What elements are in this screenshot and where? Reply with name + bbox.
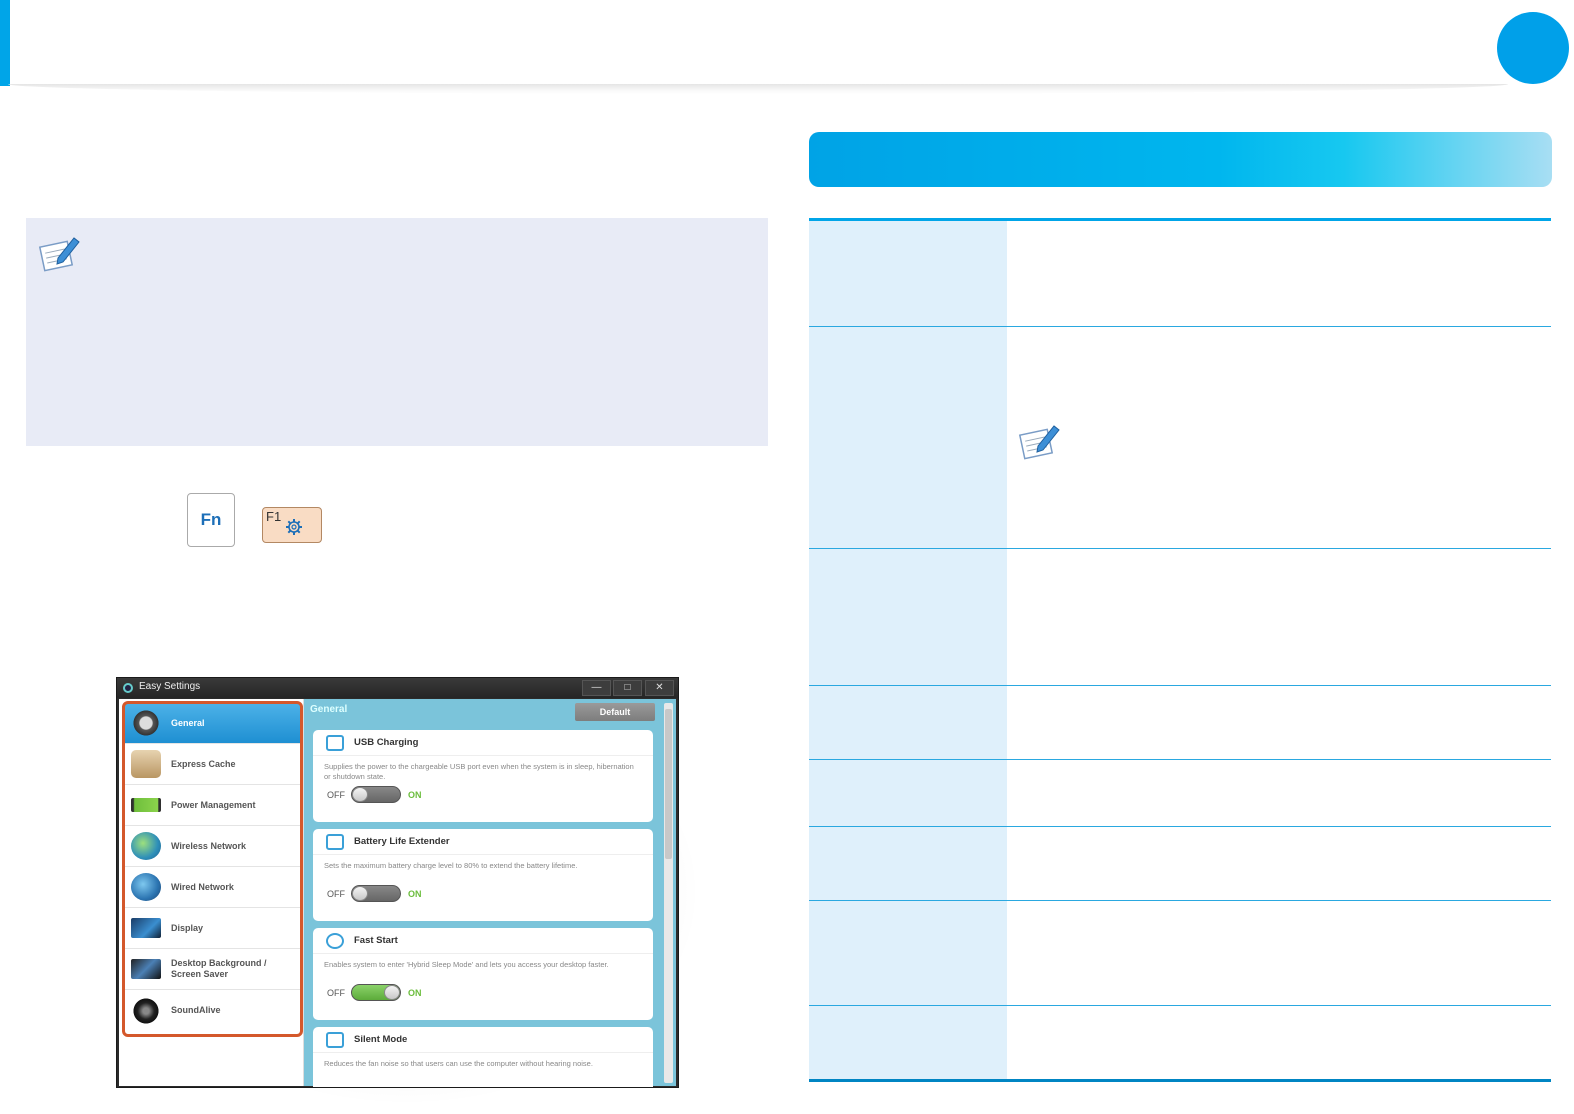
default-button[interactable]: Default xyxy=(575,703,655,721)
note-pencil-icon xyxy=(38,237,80,272)
chapter-badge xyxy=(1497,12,1569,84)
settings-sidebar: General Express Cache Power Management W… xyxy=(119,699,304,1086)
card-title: Fast Start xyxy=(354,935,398,946)
fn-key: Fn xyxy=(187,493,235,547)
table-row xyxy=(809,901,1551,1006)
toggle-on-label: ON xyxy=(408,987,422,998)
usb-icon xyxy=(326,734,344,751)
table-bottom-rule xyxy=(809,1079,1551,1082)
minimize-button[interactable]: — xyxy=(582,680,611,696)
toggle-on-label: ON xyxy=(408,789,422,800)
toggle-off-label: OFF xyxy=(327,888,345,899)
panel-heading: General xyxy=(310,704,348,715)
row-label-cell xyxy=(809,549,1007,685)
row-label-cell xyxy=(809,827,1007,900)
row-label-cell xyxy=(809,760,1007,826)
toggle-off-label: OFF xyxy=(327,789,345,800)
toggle-off-label: OFF xyxy=(327,987,345,998)
card-description: Enables system to enter 'Hybrid Sleep Mo… xyxy=(324,960,609,969)
row-label-cell xyxy=(809,1006,1007,1079)
card-title: USB Charging xyxy=(354,737,419,748)
table-row xyxy=(809,221,1551,327)
row-label-cell xyxy=(809,686,1007,759)
toggle-on-label: ON xyxy=(408,888,422,899)
app-icon xyxy=(123,683,133,693)
fast-start-icon xyxy=(326,932,344,949)
maximize-button[interactable]: □ xyxy=(613,680,642,696)
row-label-cell xyxy=(809,221,1007,326)
card-description: Reduces the fan noise so that users can … xyxy=(324,1059,593,1068)
battery-life-extender-toggle[interactable]: OFF ON xyxy=(327,885,653,902)
table-row xyxy=(809,549,1551,686)
table-row xyxy=(809,827,1551,901)
table-row xyxy=(809,686,1551,760)
table-row xyxy=(809,760,1551,827)
page-header xyxy=(0,0,1574,96)
setting-card-fast-start: Fast Start Enables system to enter 'Hybr… xyxy=(313,928,653,1020)
header-accent-bar xyxy=(0,0,10,86)
settings-main-panel: General Default USB Charging Supplies th… xyxy=(304,699,676,1087)
setting-card-battery-life-extender: Battery Life Extender Sets the maximum b… xyxy=(313,829,653,921)
table-row xyxy=(809,1006,1551,1079)
window-title: Easy Settings xyxy=(139,681,201,692)
close-button[interactable]: ✕ xyxy=(645,680,674,696)
fast-start-toggle[interactable]: OFF ON xyxy=(327,984,653,1001)
toggle-switch[interactable] xyxy=(351,984,401,1001)
setting-card-usb-charging: USB Charging Supplies the power to the c… xyxy=(313,730,653,822)
card-description: Supplies the power to the chargeable USB… xyxy=(324,762,634,781)
fan-icon xyxy=(326,1031,344,1048)
header-divider xyxy=(8,84,1508,94)
note-box xyxy=(26,218,768,446)
card-description: Sets the maximum battery charge level to… xyxy=(324,861,578,870)
card-title: Silent Mode xyxy=(354,1034,408,1045)
toggle-switch[interactable] xyxy=(351,885,401,902)
row-label-cell xyxy=(809,901,1007,1005)
toggle-switch[interactable] xyxy=(351,786,401,803)
f1-key-label: F1 xyxy=(266,509,282,524)
window-body: General Express Cache Power Management W… xyxy=(119,699,676,1087)
section-header-band xyxy=(809,132,1552,187)
easy-settings-window: Easy Settings — □ ✕ General Express Cach… xyxy=(116,677,679,1088)
sidebar-highlight-frame xyxy=(122,701,303,1037)
usb-charging-toggle[interactable]: OFF ON xyxy=(327,786,653,803)
gear-icon xyxy=(286,519,302,535)
note-pencil-icon xyxy=(1018,425,1060,460)
scrollbar[interactable] xyxy=(664,703,673,1083)
scrollbar-thumb[interactable] xyxy=(665,709,672,859)
battery-icon xyxy=(326,833,344,850)
card-title: Battery Life Extender xyxy=(354,836,450,847)
row-label-cell xyxy=(809,327,1007,548)
window-titlebar: Easy Settings — □ ✕ xyxy=(117,678,678,698)
f1-key: F1 xyxy=(262,507,322,543)
table-row xyxy=(809,327,1551,549)
fn-key-label: Fn xyxy=(200,510,222,529)
setting-card-silent-mode: Silent Mode Reduces the fan noise so tha… xyxy=(313,1027,653,1087)
